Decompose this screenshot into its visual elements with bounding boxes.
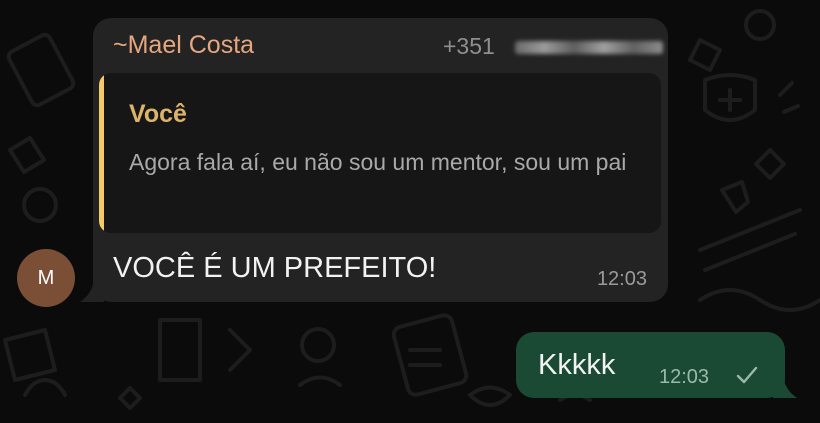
incoming-message-text: VOCÊ É UM PREFEITO! <box>113 252 437 284</box>
incoming-message-time: 12:03 <box>596 268 647 290</box>
quoted-message[interactable]: Você Agora fala aí, eu não sou um mentor… <box>99 73 661 233</box>
outgoing-message-bubble[interactable]: Kkkkk 12:03 <box>516 332 785 398</box>
outgoing-message-text: Kkkkk <box>538 349 616 381</box>
quote-author: Você <box>129 100 187 128</box>
sender-row: ~Mael Costa +351 <box>113 31 663 61</box>
quote-accent-bar <box>99 73 104 233</box>
avatar[interactable]: M <box>17 249 75 307</box>
phone-redaction <box>515 41 663 54</box>
sender-name[interactable]: ~Mael Costa <box>113 31 254 60</box>
quote-text: Agora fala aí, eu não sou um mentor, sou… <box>129 149 627 175</box>
check-icon <box>736 366 758 384</box>
outgoing-message-time: 12:03 <box>659 366 710 388</box>
sender-phone: +351 <box>443 33 495 59</box>
incoming-message-bubble[interactable]: ~Mael Costa +351 Você Agora fala aí, eu … <box>93 18 668 302</box>
avatar-initial: M <box>37 266 55 289</box>
